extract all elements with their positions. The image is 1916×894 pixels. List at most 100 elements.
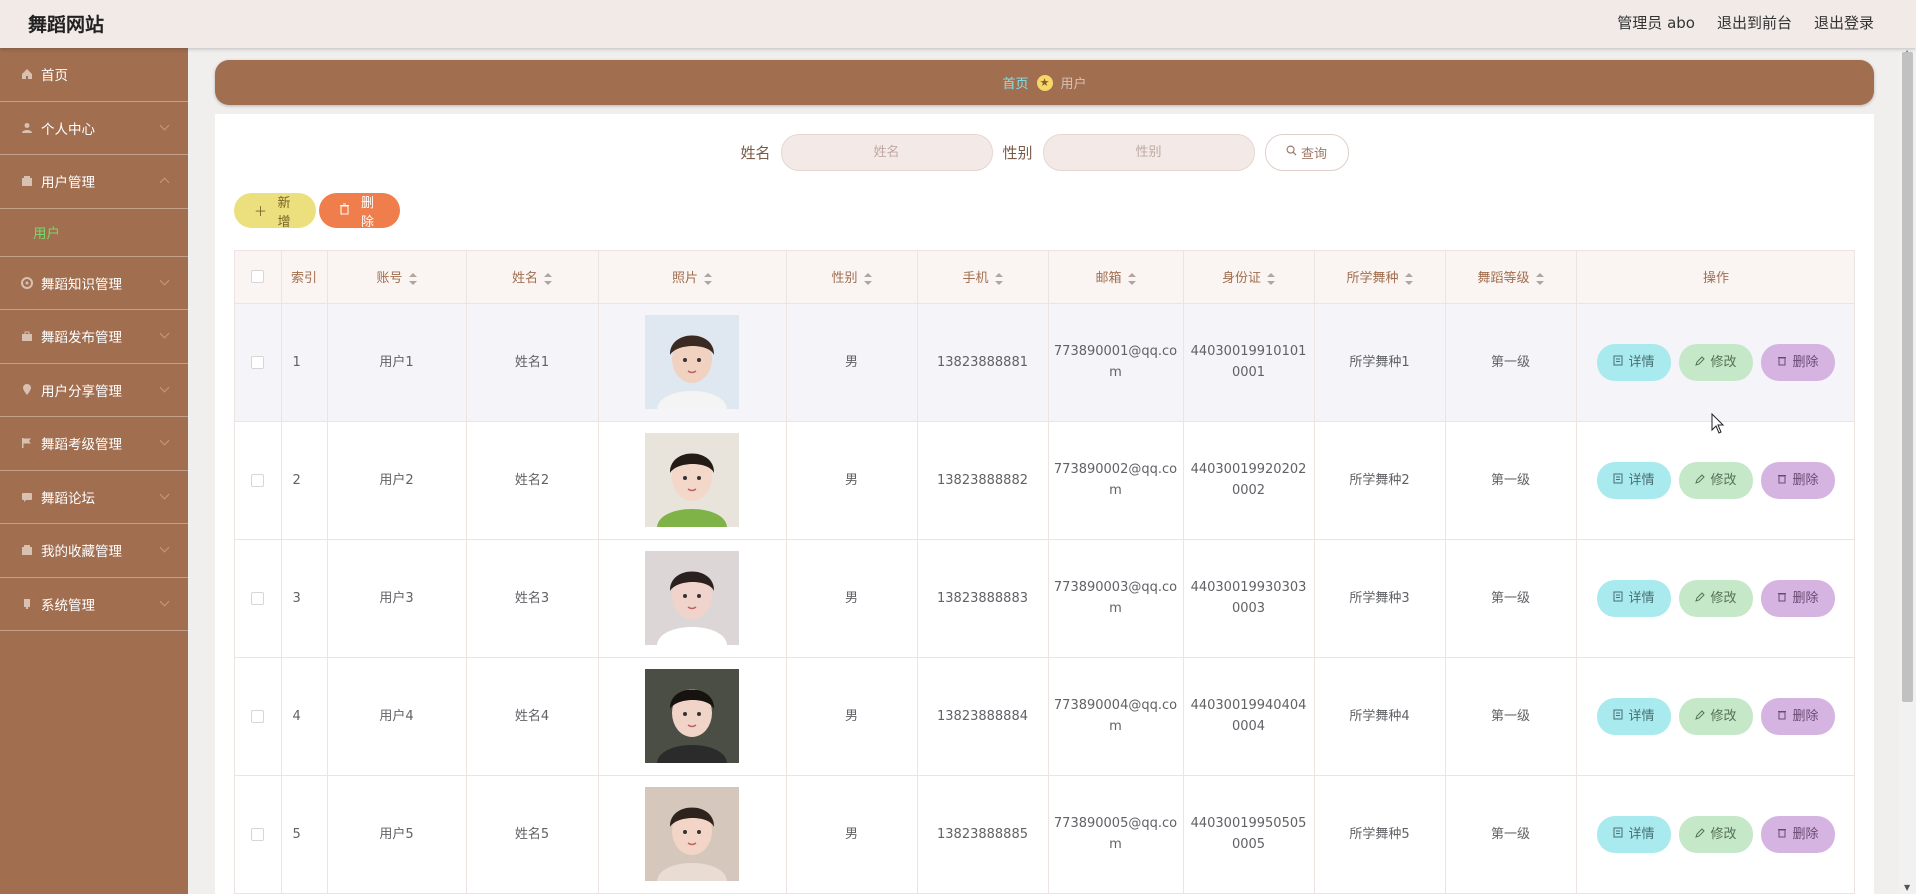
table-row[interactable]: 4 用户4 姓名4 男 13823888884 773890004@qq.com 44030… [235,657,1854,776]
user-photo[interactable] [645,669,739,763]
chevron-down-icon [159,435,170,446]
location-icon [20,383,33,396]
table-row[interactable]: 1 用户1 姓名1 男 13823888881 773890001@qq.com 44030… [235,303,1854,422]
table-row[interactable]: 5 用户5 姓名5 男 13823888885 773890005@qq.com 44030… [235,775,1854,893]
column-header[interactable]: 姓名 [466,251,599,304]
sort-icon[interactable] [544,272,552,285]
back-to-front-link[interactable]: 退出到前台 [1717,12,1792,33]
sidebar-item-my-favorites[interactable]: 我的收藏管理 [0,524,188,578]
row-select-cell [235,303,282,422]
select-all-checkbox[interactable] [251,270,265,284]
sort-icon[interactable] [863,272,872,285]
delete-button[interactable]: 删除 [1761,815,1835,853]
row-checkbox[interactable] [251,827,265,841]
search-form: 姓名 性别 查询 [215,134,1874,171]
delete-button[interactable]: 删除 [1761,461,1835,499]
batch-delete-button[interactable]: 删除 [319,193,400,230]
logout-link[interactable]: 退出登录 [1814,12,1874,33]
sort-icon[interactable] [994,272,1003,285]
row-checkbox[interactable] [251,355,265,369]
document-icon [1613,470,1623,491]
detail-button-label: 详情 [1628,826,1655,842]
edit-button[interactable]: 修改 [1679,343,1753,381]
sort-icon[interactable] [704,272,712,285]
delete-button[interactable]: 删除 [1761,343,1835,381]
edit-button[interactable]: 修改 [1679,815,1753,853]
sort-icon[interactable] [1127,272,1136,285]
name-cell: 姓名1 [466,303,599,422]
delete-button-label: 删除 [1792,708,1819,724]
submenu-item-users[interactable]: 用户 [0,209,188,257]
column-header[interactable]: 性别 [786,251,918,304]
sort-icon[interactable] [408,272,417,285]
user-photo[interactable] [645,787,739,881]
column-header[interactable]: 照片 [598,251,787,304]
batch-delete-label: 删除 [360,195,374,230]
query-button[interactable]: 查询 [1264,134,1349,171]
row-checkbox[interactable] [251,709,265,723]
sidebar-item-home[interactable]: 首页 [0,48,188,102]
sidebar-item-dance-grading[interactable]: 舞蹈考级管理 [0,417,188,471]
column-header-label: 操作 [1702,271,1729,287]
column-header[interactable]: 账号 [327,251,467,304]
edit-button[interactable]: 修改 [1679,697,1753,735]
table-header-row: 索引 账号 姓名 照片 性别 手机 邮箱 身份证 所学舞种 舞蹈等级 操作 [235,251,1854,304]
row-checkbox[interactable] [251,591,265,605]
user-icon [20,121,33,134]
chevron-down-icon [159,596,170,606]
column-header[interactable]: 手机 [917,251,1049,304]
settings-icon [20,276,33,289]
sort-icon[interactable] [1404,272,1413,285]
delete-button[interactable]: 删除 [1761,579,1835,617]
delete-button[interactable]: 删除 [1761,697,1835,735]
operations-cell: 详情 修改 删除 [1576,657,1854,776]
breadcrumb-current: 用户 [1060,77,1087,92]
row-select-cell [235,421,282,540]
sort-icon[interactable] [1267,272,1275,285]
column-header[interactable]: 邮箱 [1048,251,1184,304]
admin-label: 管理员 abo [1617,14,1695,32]
sort-icon[interactable] [1535,272,1544,285]
table-row[interactable]: 3 用户3 姓名3 男 13823888883 773890003@qq.com 44030… [235,539,1854,658]
column-header[interactable]: 身份证 [1183,251,1315,304]
sidebar-item-system-management[interactable]: 系统管理 [0,578,188,631]
chevron-down-icon [159,382,170,392]
breadcrumb-home[interactable]: 首页 [1002,73,1028,92]
row-select-cell [235,539,282,658]
sidebar-item-dance-publish[interactable]: 舞蹈发布管理 [0,310,188,364]
user-photo[interactable] [645,315,739,409]
sidebar-item-dance-forum[interactable]: 舞蹈论坛 [0,471,188,524]
name-search-input[interactable] [780,134,993,171]
scroll-down-icon[interactable]: ▼ [1904,883,1910,892]
table-row[interactable]: 2 用户2 姓名2 男 13823888882 773890002@qq.com 44030… [235,421,1854,540]
column-header[interactable]: 所学舞种 [1314,251,1446,304]
detail-button[interactable]: 详情 [1597,579,1671,617]
column-header-label: 索引 [290,271,317,287]
sidebar-item-user-management[interactable]: 用户管理 [0,155,188,209]
scrollbar-thumb[interactable] [1902,52,1913,702]
photo-cell [598,303,787,422]
star-icon: ★ [1036,74,1053,91]
sidebar-item-dance-knowledge[interactable]: 舞蹈知识管理 [0,257,188,310]
row-checkbox[interactable] [251,473,265,487]
user-photo[interactable] [645,433,739,527]
user-photo[interactable] [645,551,739,645]
sidebar-item-personal-center[interactable]: 个人中心 [0,102,188,155]
page-scrollbar[interactable]: ▲ ▼ [1899,48,1916,894]
gender-search-input[interactable] [1042,134,1255,171]
account-cell: 用户5 [327,775,467,893]
id-card-cell: 440300199303030003 [1183,539,1315,658]
detail-button[interactable]: 详情 [1597,697,1671,735]
detail-button[interactable]: 详情 [1597,343,1671,381]
column-header[interactable]: 舞蹈等级 [1445,251,1577,304]
add-button[interactable]: ＋ 新增 [234,193,316,230]
trash-icon [339,203,350,219]
sidebar-item-user-share[interactable]: 用户分享管理 [0,364,188,417]
detail-button[interactable]: 详情 [1597,815,1671,853]
detail-button[interactable]: 详情 [1597,461,1671,499]
pencil-icon [1695,824,1706,845]
edit-button[interactable]: 修改 [1679,579,1753,617]
sidebar-item-label: 首页 [41,68,68,85]
photo-cell [598,539,787,658]
edit-button[interactable]: 修改 [1679,461,1753,499]
